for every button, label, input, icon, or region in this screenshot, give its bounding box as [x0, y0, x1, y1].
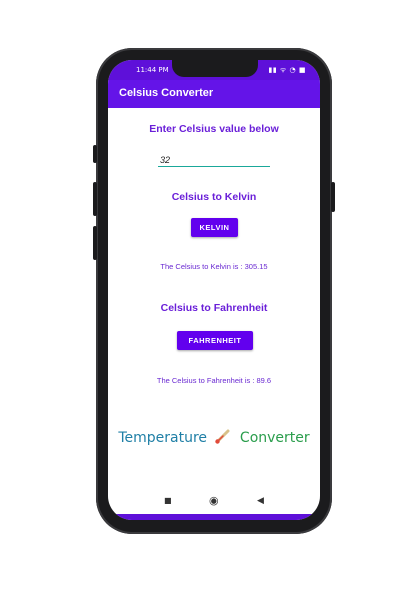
kelvin-heading: Celsius to Kelvin [171, 191, 257, 203]
camera-notch [172, 60, 258, 77]
back-button[interactable]: ◀ [257, 496, 264, 506]
home-button[interactable]: ◉ [209, 494, 219, 507]
volume-button [93, 145, 97, 163]
fahrenheit-heading: Celsius to Fahrenheit [160, 302, 268, 314]
temperature-converter-logo: Temperature Converter [108, 428, 320, 450]
logo-word-temperature: Temperature [118, 430, 208, 446]
status-icons: ▮▮ ᯤ ◔ ■ [268, 66, 306, 74]
fahrenheit-result: The Celsius to Fahrenheit is : 89.6 [156, 376, 272, 385]
app-bar: Celsius Converter [108, 80, 320, 108]
fahrenheit-button[interactable]: FAHRENHEIT [177, 331, 253, 350]
status-time: 11:44 PM [136, 66, 169, 74]
recents-button[interactable]: ■ [164, 496, 172, 505]
side-button [331, 182, 335, 212]
celsius-input[interactable] [158, 151, 274, 169]
power-button [93, 226, 97, 260]
app-screen: 11:44 PM ▮▮ ᯤ ◔ ■ Celsius Converter Ente… [108, 60, 320, 520]
bottom-strip [108, 514, 320, 520]
android-nav-bar: ■ ◉ ◀ [108, 492, 320, 512]
volume-button [93, 182, 97, 216]
kelvin-result: The Celsius to Kelvin is : 305.15 [160, 262, 268, 271]
kelvin-button[interactable]: KELVIN [191, 218, 238, 237]
celsius-input-container [158, 148, 274, 169]
app-title: Celsius Converter [119, 87, 214, 99]
logo-word-converter: Converter [239, 430, 310, 446]
celsius-prompt-label: Enter Celsius value below [149, 123, 279, 135]
thermometer-icon [215, 429, 230, 444]
